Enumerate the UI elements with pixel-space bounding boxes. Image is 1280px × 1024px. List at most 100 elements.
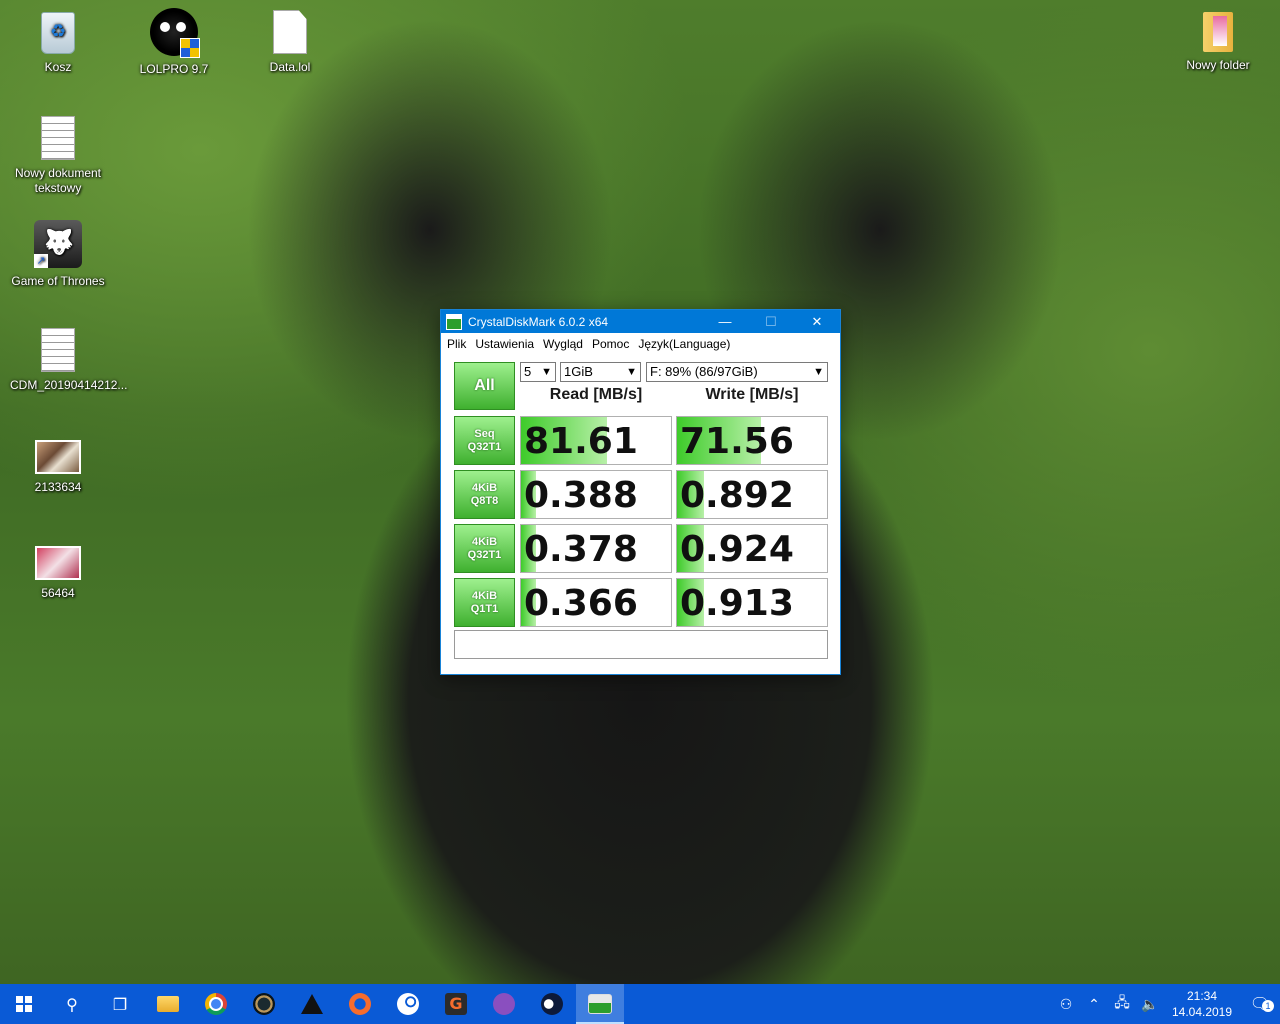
clock[interactable]: 21:34 14.04.2019 <box>1164 988 1240 1020</box>
taskbar-gog-galaxy[interactable]: G <box>432 984 480 1024</box>
start-button[interactable] <box>0 984 48 1024</box>
league-of-legends-icon <box>253 993 275 1015</box>
file-icon <box>273 10 307 54</box>
write-result-cell: 0.892 <box>676 470 828 519</box>
origin-icon <box>349 993 371 1015</box>
test-button-4kib-q8t8[interactable]: 4KiB Q8T8 <box>454 470 515 519</box>
menu-file[interactable]: Plik <box>444 337 472 351</box>
desktop-icon-label: Data.lol <box>269 60 311 74</box>
menu-help[interactable]: Pomoc <box>589 337 635 351</box>
image-icon <box>35 546 81 580</box>
count-select[interactable]: 5 ▼ <box>520 362 556 382</box>
app-icon <box>301 994 323 1014</box>
text-document-icon <box>41 328 75 372</box>
app-icon <box>541 993 563 1015</box>
crystaldiskmark-app-icon <box>446 313 462 330</box>
size-select[interactable]: 1GiB ▼ <box>560 362 641 382</box>
taskbar-origin[interactable] <box>336 984 384 1024</box>
search-button[interactable]: ⚲ <box>48 984 96 1024</box>
minimize-button[interactable]: — <box>702 310 748 333</box>
desktop-icon-image-56464[interactable]: 56464 <box>10 538 106 601</box>
count-value: 5 <box>524 364 532 379</box>
test-button-line1: 4KiB <box>471 535 498 548</box>
desktop-icon-new-text-document[interactable]: Nowy dokument tekstowy <box>10 114 106 196</box>
write-result-cell: 0.913 <box>676 578 828 627</box>
search-icon: ⚲ <box>66 994 78 1014</box>
taskbar-chrome[interactable] <box>192 984 240 1024</box>
desktop-icon-label: Nowy dokument tekstowy <box>14 166 102 195</box>
desktop-icon-label: LOLPRO 9.7 <box>139 62 209 76</box>
read-result-value: 0.388 <box>524 475 638 516</box>
task-view-button[interactable]: ❐ <box>96 984 144 1024</box>
write-result-value: 0.913 <box>680 583 794 624</box>
write-result-cell: 0.924 <box>676 524 828 573</box>
test-button-line1: Seq <box>474 427 495 440</box>
people-icon[interactable]: ⚇ <box>1052 996 1080 1013</box>
network-icon[interactable]: 🖧 <box>1108 992 1136 1016</box>
desktop-icon-recycle-bin[interactable]: Kosz <box>10 8 106 75</box>
read-result-cell: 0.366 <box>520 578 672 627</box>
chevron-down-icon: ▼ <box>626 366 637 378</box>
chrome-icon <box>205 993 227 1015</box>
gog-galaxy-icon: G <box>445 993 467 1015</box>
folder-icon <box>157 996 179 1012</box>
taskbar-app-dark[interactable] <box>528 984 576 1024</box>
size-value: 1GiB <box>564 364 593 379</box>
desktop-icon-label: CDM_20190414212... <box>10 378 128 392</box>
test-button-4kib-q1t1[interactable]: 4KiB Q1T1 <box>454 578 515 627</box>
all-button[interactable]: All <box>454 362 515 410</box>
desktop-icon-image-2133634[interactable]: 2133634 <box>10 432 106 495</box>
menu-language[interactable]: Język(Language) <box>635 337 736 351</box>
read-result-value: 81.61 <box>524 421 638 462</box>
test-button-seq-q32t1[interactable]: Seq Q32T1 <box>454 416 515 465</box>
chevron-down-icon: ▼ <box>813 366 824 378</box>
menu-settings[interactable]: Ustawienia <box>472 337 540 351</box>
read-result-cell: 81.61 <box>520 416 672 465</box>
desktop-icon-cdm-file[interactable]: CDM_20190414212... <box>10 326 128 393</box>
crystaldiskmark-icon <box>588 994 612 1014</box>
lolpro-icon <box>150 8 200 58</box>
test-button-line2: Q32T1 <box>467 440 502 453</box>
taskbar-crystaldiskmark[interactable] <box>576 984 624 1024</box>
maximize-button[interactable]: ☐ <box>748 310 794 333</box>
desktop-icon-game-of-thrones[interactable]: Game of Thrones <box>10 220 106 289</box>
test-button-line2: Q1T1 <box>470 602 499 615</box>
chevron-down-icon: ▼ <box>541 366 552 378</box>
window-title: CrystalDiskMark 6.0.2 x64 <box>468 314 609 329</box>
desktop-icon-label: Nowy folder <box>1186 58 1250 72</box>
read-result-value: 0.366 <box>524 583 638 624</box>
test-button-line2: Q32T1 <box>467 548 502 561</box>
steam-icon <box>397 993 419 1015</box>
taskbar-league-of-legends[interactable] <box>240 984 288 1024</box>
read-result-cell: 0.388 <box>520 470 672 519</box>
desktop-icon-lolpro[interactable]: LOLPRO 9.7 <box>126 8 222 77</box>
cdm-body: All 5 ▼ 1GiB ▼ F: 89% (86/97GiB) ▼ Read … <box>441 355 840 674</box>
chevron-up-icon[interactable]: ⌃ <box>1080 996 1108 1013</box>
write-result-value: 0.924 <box>680 529 794 570</box>
system-tray: ⚇ ⌃ 🖧 🔈 21:34 14.04.2019 🗨 1 <box>1052 984 1280 1024</box>
windows-logo-icon <box>16 996 32 1012</box>
desktop-icon-new-folder[interactable]: Nowy folder <box>1170 8 1266 73</box>
desktop-icon-data-lol[interactable]: Data.lol <box>242 8 338 75</box>
shortcut-icon <box>34 220 82 268</box>
text-document-icon <box>41 116 75 160</box>
action-center-button[interactable]: 🗨 1 <box>1240 994 1280 1014</box>
taskbar-app-black[interactable] <box>288 984 336 1024</box>
close-button[interactable]: ✕ <box>794 310 840 333</box>
window-titlebar[interactable]: CrystalDiskMark 6.0.2 x64 — ☐ ✕ <box>441 310 840 333</box>
desktop-icon-label: Game of Thrones <box>11 274 105 288</box>
taskbar: ⚲ ❐ G ⚇ ⌃ 🖧 🔈 21:34 14.04.2019 🗨 1 <box>0 984 1280 1024</box>
volume-icon[interactable]: 🔈 <box>1136 996 1164 1013</box>
write-result-cell: 71.56 <box>676 416 828 465</box>
read-result-cell: 0.378 <box>520 524 672 573</box>
desktop-icon-label: 2133634 <box>34 480 82 494</box>
test-button-4kib-q32t1[interactable]: 4KiB Q32T1 <box>454 524 515 573</box>
taskbar-gog-com[interactable] <box>480 984 528 1024</box>
taskbar-file-explorer[interactable] <box>144 984 192 1024</box>
write-header: Write [MB/s] <box>705 386 799 403</box>
comment-field[interactable] <box>454 630 828 659</box>
menu-theme[interactable]: Wygląd <box>540 337 589 351</box>
drive-select[interactable]: F: 89% (86/97GiB) ▼ <box>646 362 828 382</box>
taskbar-steam[interactable] <box>384 984 432 1024</box>
desktop-icon-label: 56464 <box>41 586 75 600</box>
